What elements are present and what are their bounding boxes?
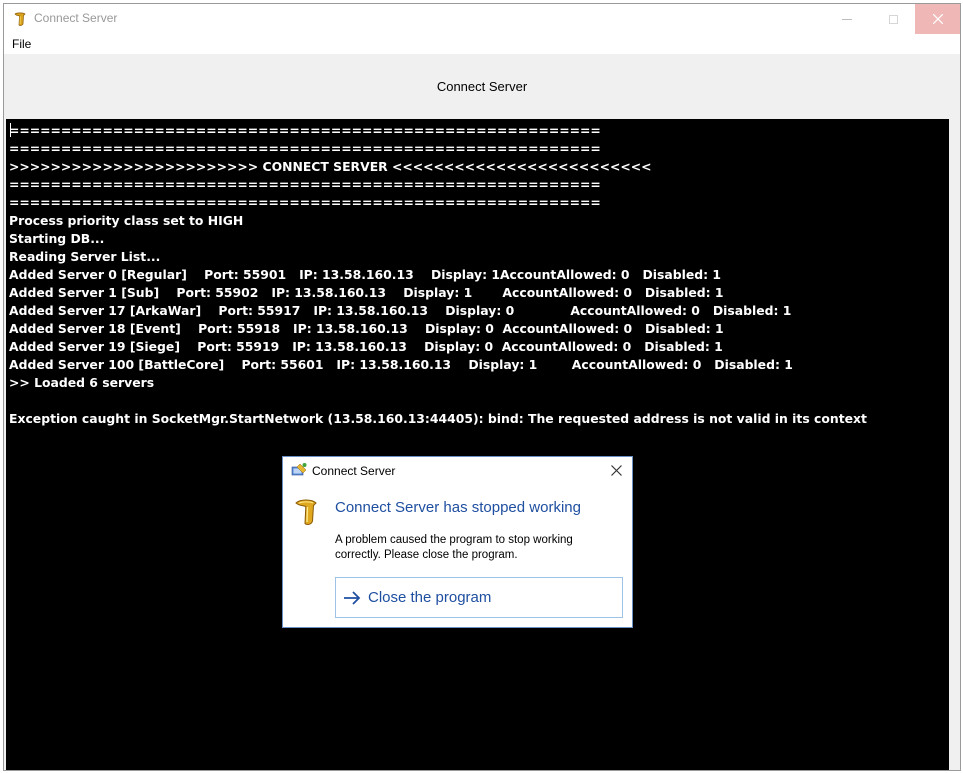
- console-output[interactable]: ========================================…: [6, 119, 949, 770]
- maximize-button[interactable]: [870, 4, 916, 34]
- close-icon: [933, 14, 943, 24]
- maximize-icon: [888, 14, 898, 24]
- console-line: Added Server 0 [Regular] Port: 55901 IP:…: [9, 267, 722, 282]
- console-line: ========================================…: [9, 123, 601, 138]
- close-button[interactable]: [915, 4, 960, 34]
- console-line: Added Server 18 [Event] Port: 55918 IP: …: [9, 321, 724, 336]
- menu-bar: File: [4, 34, 960, 54]
- minimize-button[interactable]: [824, 4, 870, 34]
- console-line: Exception caught in SocketMgr.StartNetwo…: [9, 411, 867, 426]
- menu-file[interactable]: File: [11, 37, 32, 51]
- dialog-close-button[interactable]: [608, 462, 624, 478]
- console-line: >>>>>>>>>>>>>>>>>>>>>>>> CONNECT SERVER …: [9, 159, 652, 174]
- error-dialog: Connect Server Connect Server has stoppe…: [282, 456, 633, 628]
- dialog-message-line: correctly. Please close the program.: [335, 549, 518, 561]
- header-title-text: Connect Server: [436, 78, 528, 94]
- app-logo-icon: [14, 12, 26, 26]
- title-bar[interactable]: Connect Server: [4, 4, 960, 34]
- dialog-message-line: A problem caused the program to stop wor…: [335, 534, 573, 546]
- console-line: Added Server 100 [BattleCore] Port: 5560…: [9, 357, 793, 372]
- console-line: ========================================…: [9, 177, 601, 192]
- console-line: ========================================…: [9, 195, 601, 210]
- console-line: Added Server 19 [Siege] Port: 55919 IP: …: [9, 339, 723, 354]
- dialog-heading: Connect Server has stopped working: [335, 499, 581, 516]
- console-line: Added Server 1 [Sub] Port: 55902 IP: 13.…: [9, 285, 724, 300]
- console-line: Starting DB...: [9, 231, 105, 246]
- close-program-button[interactable]: Close the program: [335, 577, 623, 618]
- console-line: ========================================…: [9, 141, 601, 156]
- console-line: Reading Server List...: [9, 249, 161, 264]
- close-icon: [610, 464, 622, 476]
- dialog-message: A problem caused the program to stop wor…: [335, 533, 615, 563]
- console-line: >> Loaded 6 servers: [9, 375, 155, 390]
- header-title: Connect Server: [4, 54, 960, 118]
- dialog-title: Connect Server: [312, 464, 396, 478]
- error-reporting-icon: [291, 463, 307, 476]
- minimize-icon: [842, 18, 852, 20]
- arrow-right-icon: [344, 591, 361, 605]
- window-title: Connect Server: [34, 11, 118, 25]
- console-line: Added Server 17 [ArkaWar] Port: 55917 IP…: [9, 303, 792, 318]
- app-logo-icon: [295, 499, 317, 526]
- console-line: Process priority class set to HIGH: [9, 213, 244, 228]
- main-window: Connect Server File Connect Server =====…: [3, 3, 961, 771]
- close-program-label: Close the program: [368, 589, 492, 606]
